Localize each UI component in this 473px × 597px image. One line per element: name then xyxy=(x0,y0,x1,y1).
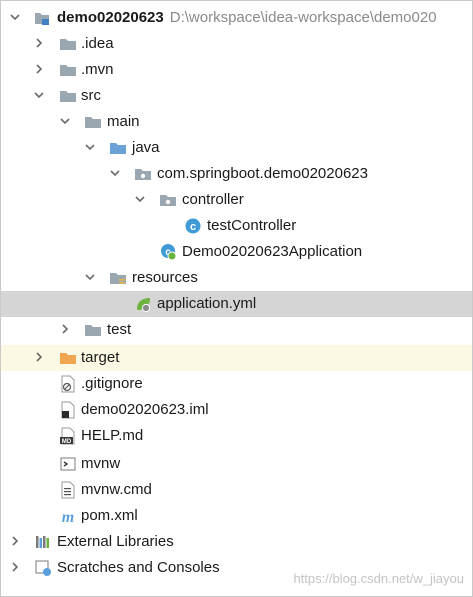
package-icon xyxy=(134,165,152,183)
folder-icon xyxy=(59,35,77,53)
root-module-label: demo02020623 D:\workspace\idea-workspace\… xyxy=(57,9,437,27)
markdown-file-icon: MD xyxy=(59,427,77,445)
tree-label-iml: demo02020623.iml xyxy=(81,401,209,418)
tree-label-mvnw-cmd: mvnw.cmd xyxy=(81,481,152,498)
tree-label-test-controller: testController xyxy=(207,217,297,234)
svg-text:m: m xyxy=(62,509,74,525)
root-module-path: D:\workspace\idea-workspace\demo020 xyxy=(169,9,437,26)
tree-label-help-md: HELP.md xyxy=(81,427,144,444)
tree-row-java[interactable]: java xyxy=(1,135,472,161)
tree-row-help-md[interactable]: MD HELP.md xyxy=(1,423,472,449)
tree-row-controller[interactable]: controller xyxy=(1,187,472,213)
tree-label-idea: .idea xyxy=(81,35,114,52)
project-tool-window: demo02020623 D:\workspace\idea-workspace\… xyxy=(0,0,473,597)
tree-label-test: test xyxy=(107,321,132,338)
source-folder-icon xyxy=(109,139,127,157)
module-icon xyxy=(33,9,51,27)
chevron-down-icon[interactable] xyxy=(109,167,121,179)
tree-row-mvn[interactable]: .mvn xyxy=(1,57,472,83)
tree-label-application-class: Demo02020623Application xyxy=(182,243,363,260)
scratches-icon xyxy=(34,559,52,577)
chevron-right-icon[interactable] xyxy=(33,37,45,49)
gitignore-file-icon xyxy=(59,375,77,393)
tree-label-resources: resources xyxy=(132,269,198,286)
svg-text:MD: MD xyxy=(62,439,72,445)
tree-label-external-libraries: External Libraries xyxy=(57,533,174,550)
chevron-right-icon[interactable] xyxy=(33,63,45,75)
tree-row-main[interactable]: main xyxy=(1,109,472,135)
tree-label-package: com.springboot.demo02020623 xyxy=(157,165,368,182)
folder-icon xyxy=(84,113,102,131)
svg-text:c: c xyxy=(190,221,196,233)
tree-label-pom: pom.xml xyxy=(81,507,138,524)
chevron-down-icon[interactable] xyxy=(33,89,45,101)
chevron-right-icon[interactable] xyxy=(33,351,45,363)
chevron-right-icon[interactable] xyxy=(9,535,21,547)
tree-label-idea-text: idea xyxy=(85,35,114,52)
tree-label-src: src xyxy=(81,87,101,104)
chevron-right-icon[interactable] xyxy=(59,323,71,335)
spring-boot-class-icon: c xyxy=(159,243,177,261)
tree-label-mvn: .mvn xyxy=(81,61,114,78)
yaml-icon xyxy=(134,295,152,313)
chevron-down-icon[interactable] xyxy=(9,11,21,23)
tree-row-idea[interactable]: .idea xyxy=(1,31,472,57)
tree-row-gitignore[interactable]: .gitignore xyxy=(1,371,472,397)
tree-row-iml[interactable]: demo02020623.iml xyxy=(1,397,472,423)
folder-icon xyxy=(59,61,77,79)
tree-row-mvnw-cmd[interactable]: mvnw.cmd xyxy=(1,477,472,503)
tree-row-test-controller[interactable]: c testController xyxy=(1,213,472,239)
excluded-folder-icon xyxy=(59,349,77,367)
tree-row-package[interactable]: com.springboot.demo02020623 xyxy=(1,161,472,187)
shell-script-icon xyxy=(59,455,77,473)
chevron-down-icon[interactable] xyxy=(84,271,96,283)
chevron-right-icon[interactable] xyxy=(9,561,21,573)
tree-row-target[interactable]: target xyxy=(1,345,472,371)
libraries-icon xyxy=(34,533,52,551)
tree-label-scratches: Scratches and Consoles xyxy=(57,559,220,576)
tree-row-application-class[interactable]: c Demo02020623Application xyxy=(1,239,472,265)
tree-label-mvn-text: mvn xyxy=(85,61,114,78)
tree-label-application-yml: application.yml xyxy=(157,295,257,312)
root-module-name: demo02020623 xyxy=(57,9,164,26)
class-icon: c xyxy=(184,217,202,235)
tree-row-external-libraries[interactable]: External Libraries xyxy=(1,529,472,555)
tree-label-gitignore: .gitignore xyxy=(81,375,143,392)
resources-folder-icon xyxy=(109,269,127,287)
tree-row-mvnw[interactable]: mvnw xyxy=(1,451,472,477)
chevron-down-icon[interactable] xyxy=(59,115,71,127)
folder-icon xyxy=(59,87,77,105)
tree-row-src[interactable]: src xyxy=(1,83,472,109)
tree-row-resources[interactable]: resources xyxy=(1,265,472,291)
package-icon xyxy=(159,191,177,209)
iml-file-icon xyxy=(59,401,77,419)
tree-label-mvnw: mvnw xyxy=(81,455,121,472)
chevron-down-icon[interactable] xyxy=(134,193,146,205)
tree-label-target: target xyxy=(81,349,120,366)
folder-icon xyxy=(84,321,102,339)
tree-row-root[interactable]: demo02020623 D:\workspace\idea-workspace\… xyxy=(1,5,472,31)
tree-row-test[interactable]: test xyxy=(1,317,472,343)
maven-icon: m xyxy=(59,507,77,525)
tree-label-controller: controller xyxy=(182,191,244,208)
tree-row-pom[interactable]: m pom.xml xyxy=(1,503,472,529)
chevron-down-icon[interactable] xyxy=(84,141,96,153)
watermark-text: https://blog.csdn.net/w_jiayou xyxy=(293,571,464,586)
tree-label-java: java xyxy=(132,139,160,156)
tree-label-main: main xyxy=(107,113,140,130)
cmd-file-icon xyxy=(59,481,77,499)
tree-row-application-yml[interactable]: application.yml xyxy=(1,291,472,317)
